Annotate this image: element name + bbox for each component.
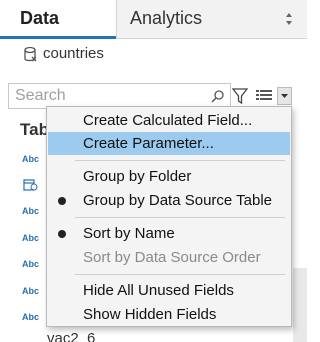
scrollbar[interactable] [293, 268, 307, 342]
string-field-icon: Abc [22, 286, 40, 296]
string-field-icon: Abc [22, 233, 40, 243]
filter-icon[interactable] [232, 87, 248, 105]
menu-item-hide-all-unused-fields[interactable]: Hide All Unused Fields [48, 279, 290, 302]
caret-down-icon [281, 94, 288, 98]
menu-item-show-hidden-fields[interactable]: Show Hidden Fields [48, 303, 290, 326]
list-view-icon [256, 90, 272, 100]
menu-item-create-parameter[interactable]: Create Parameter... [48, 132, 290, 155]
search-input[interactable] [15, 87, 205, 105]
menu-item-group-by-data-source-table[interactable]: Group by Data Source Table [48, 189, 290, 212]
selected-bullet-icon [58, 230, 66, 238]
date-field-icon [23, 179, 38, 191]
search-icon[interactable] [211, 89, 225, 103]
field-name[interactable]: vac2_6 [47, 330, 95, 342]
menu-item-sort-by-name[interactable]: Sort by Name [48, 222, 290, 245]
menu-item-group-by-folder[interactable]: Group by Folder [48, 165, 290, 188]
pane-tabs: Data Analytics [0, 0, 307, 40]
string-field-icon: Abc [22, 206, 40, 216]
string-field-icon: Abc [22, 259, 40, 269]
datasource-icon [24, 46, 37, 62]
string-field-icon: Abc [22, 312, 40, 322]
tables-heading: Tab [20, 120, 49, 139]
menu-separator [75, 217, 285, 218]
menu-separator [75, 160, 285, 161]
view-options-button[interactable] [254, 86, 292, 106]
datasource-name: countries [43, 45, 104, 62]
data-pane-menu: Create Calculated Field... Create Parame… [46, 106, 292, 327]
view-options-dropdown[interactable] [277, 87, 292, 105]
tab-analytics[interactable]: Analytics [116, 0, 299, 39]
tab-bar-filler [299, 0, 307, 39]
tab-data[interactable]: Data [0, 0, 116, 39]
menu-item-sort-by-data-source-order[interactable]: Sort by Data Source Order [48, 246, 290, 269]
tab-analytics-label: Analytics [130, 8, 203, 28]
datasource-row[interactable]: countries [0, 40, 307, 76]
string-field-icon: Abc [22, 154, 40, 164]
tab-data-label: Data [20, 8, 60, 28]
menu-separator [75, 274, 285, 275]
sort-arrows-icon [286, 13, 292, 25]
selected-bullet-icon [58, 197, 66, 205]
menu-item-create-calculated-field[interactable]: Create Calculated Field... [48, 109, 290, 132]
